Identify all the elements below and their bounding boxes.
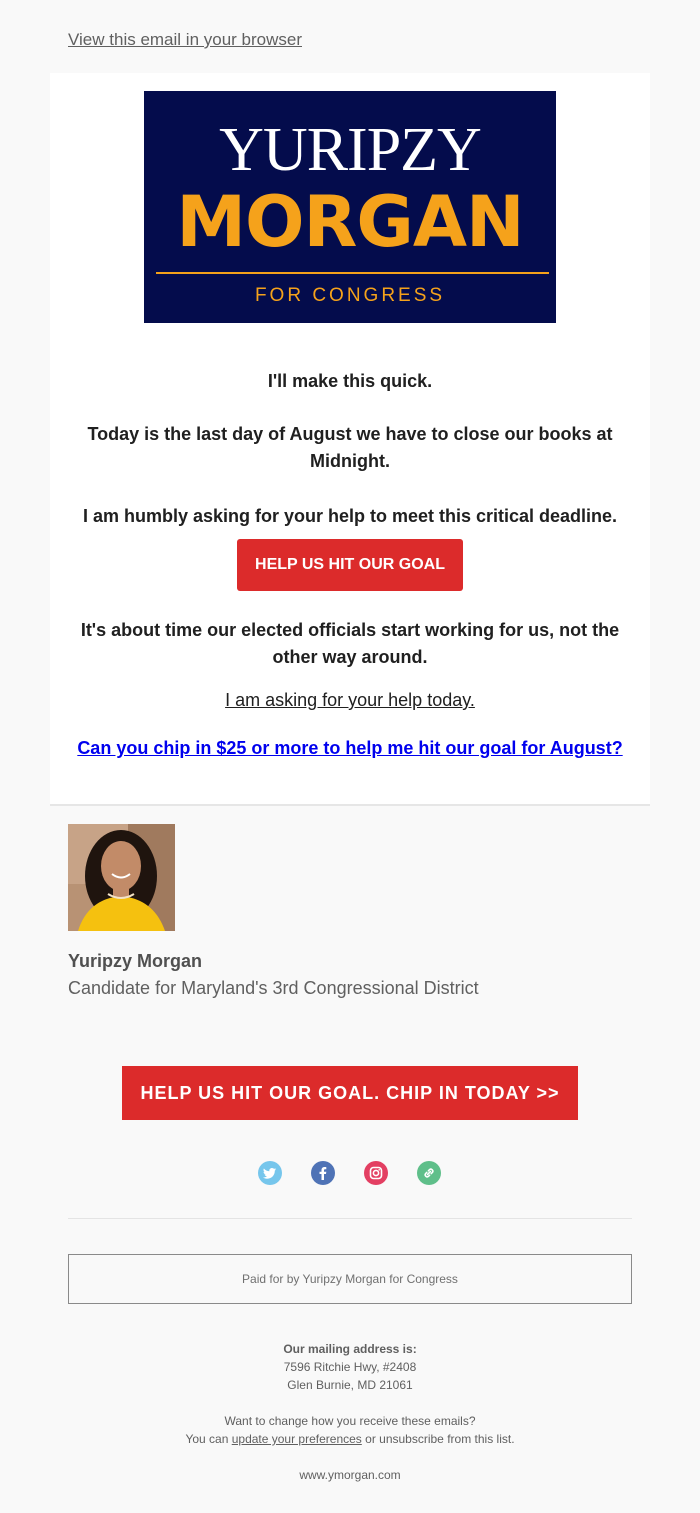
address-line-1: 7596 Ritchie Hwy, #2408 (283, 1360, 417, 1374)
footer-divider (68, 1218, 632, 1219)
change-emails-text: Want to change how you receive these ema… (224, 1414, 476, 1428)
mailing-heading: Our mailing address is: (283, 1342, 417, 1356)
preferences-line: You can update your preferences or unsub… (0, 1432, 700, 1446)
instagram-icon[interactable] (364, 1161, 388, 1185)
help-today-link[interactable]: I am asking for your help today. (70, 690, 630, 711)
body-line-deadline: Today is the last day of August we have … (87, 424, 613, 471)
logo-first-name: YURIPZY (219, 116, 482, 184)
you-can-text: You can (185, 1432, 232, 1446)
chip-in-today-button[interactable]: HELP US HIT OUR GOAL. CHIP IN TODAY >> (122, 1066, 578, 1120)
logo-rule (156, 272, 549, 274)
link-icon[interactable] (417, 1161, 441, 1185)
address-line-2: Glen Burnie, MD 21061 (287, 1378, 413, 1392)
paid-for-disclaimer: Paid for by Yuripzy Morgan for Congress (68, 1254, 632, 1304)
body-line-quick: I'll make this quick. (267, 371, 433, 391)
body-line-ask: I am humbly asking for your help to meet… (82, 506, 618, 526)
twitter-icon[interactable] (258, 1161, 282, 1185)
email-card: YURIPZY MORGAN FOR CONGRESS I'll make th… (50, 73, 650, 806)
candidate-photo (68, 824, 175, 931)
facebook-icon[interactable] (311, 1161, 335, 1185)
chip-in-link[interactable]: Can you chip in $25 or more to help me h… (70, 738, 630, 759)
view-in-browser-link[interactable]: View this email in your browser (68, 30, 302, 50)
body-line-officials: It's about time our elected officials st… (80, 620, 620, 667)
campaign-logo[interactable]: YURIPZY MORGAN FOR CONGRESS (144, 91, 556, 323)
logo-subtitle: FOR CONGRESS (254, 285, 446, 306)
website-link[interactable]: www.ymorgan.com (0, 1468, 700, 1482)
logo-last-name: MORGAN (176, 181, 524, 263)
signature-name: Yuripzy Morgan (68, 951, 203, 971)
help-goal-button[interactable]: HELP US HIT OUR GOAL (237, 539, 463, 591)
signature-title: Candidate for Maryland's 3rd Congression… (68, 978, 479, 998)
unsubscribe-text: or unsubscribe from this list. (361, 1432, 515, 1446)
update-preferences-link[interactable]: update your preferences (232, 1432, 362, 1446)
